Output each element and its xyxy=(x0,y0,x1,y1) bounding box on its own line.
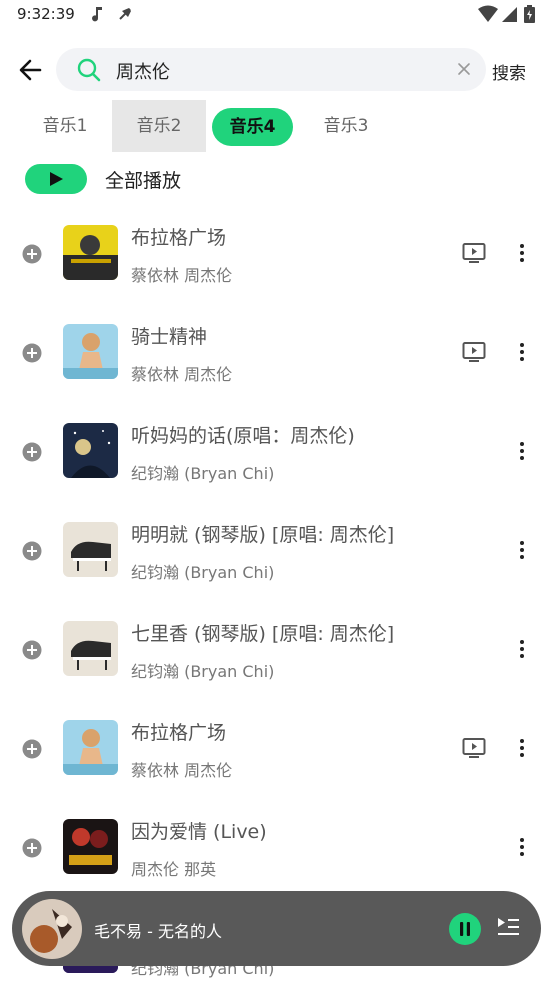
add-icon[interactable] xyxy=(22,739,42,763)
add-icon[interactable] xyxy=(22,838,42,862)
player-cover[interactable] xyxy=(22,899,82,959)
song-artist: 纪钧瀚 (Bryan Chi) xyxy=(131,563,275,582)
song-artist: 蔡依林 周杰伦 xyxy=(131,761,233,780)
song-row[interactable]: 布拉格广场 蔡依林 周杰伦 xyxy=(0,207,554,306)
more-icon[interactable] xyxy=(518,243,526,267)
song-artist: 蔡依林 周杰伦 xyxy=(131,266,233,285)
song-row[interactable]: 明明就 (钢琴版) [原唱: 周杰伦] 纪钧瀚 (Bryan Chi) xyxy=(0,504,554,603)
add-icon[interactable] xyxy=(22,541,42,565)
search-field[interactable]: 周杰伦 xyxy=(56,48,486,91)
add-icon[interactable] xyxy=(22,343,42,367)
song-row[interactable]: 因为爱情 (Live) 周杰伦 那英 xyxy=(0,801,554,900)
signal-icon xyxy=(502,5,518,27)
album-cover xyxy=(63,324,118,379)
add-icon[interactable] xyxy=(22,640,42,664)
mini-player[interactable]: 毛不易 - 无名的人 xyxy=(12,891,541,966)
play-icon xyxy=(50,172,63,186)
playlist-icon xyxy=(498,918,519,935)
wifi-icon xyxy=(478,5,498,27)
album-cover xyxy=(63,522,118,577)
more-icon[interactable] xyxy=(518,837,526,861)
tab-music4[interactable]: 音乐4 xyxy=(212,108,293,146)
back-button[interactable] xyxy=(16,55,46,85)
mv-icon[interactable] xyxy=(462,341,486,367)
media-cast-icon xyxy=(116,5,134,27)
pause-button[interactable] xyxy=(449,913,481,949)
album-cover xyxy=(63,423,118,478)
song-artist: 纪钧瀚 (Bryan Chi) xyxy=(131,662,275,681)
playlist-button[interactable] xyxy=(496,916,520,942)
more-icon[interactable] xyxy=(518,342,526,366)
song-title: 布拉格广场 xyxy=(131,227,227,249)
music-note-icon xyxy=(90,5,104,27)
song-title: 骑士精神 xyxy=(131,326,208,348)
player-title[interactable]: 毛不易 - 无名的人 xyxy=(94,918,222,942)
add-icon[interactable] xyxy=(22,244,42,268)
play-all-button[interactable] xyxy=(25,164,87,194)
album-cover xyxy=(63,225,118,280)
song-artist: 蔡依林 周杰伦 xyxy=(131,365,233,384)
clear-icon[interactable] xyxy=(456,61,472,81)
song-title: 明明就 (钢琴版) [原唱: 周杰伦] xyxy=(131,524,395,546)
pause-icon xyxy=(449,913,481,945)
song-title: 听妈妈的话(原唱：周杰伦) xyxy=(131,425,355,447)
tab-music1[interactable]: 音乐1 xyxy=(22,100,108,152)
mv-icon[interactable] xyxy=(462,737,486,763)
mv-icon[interactable] xyxy=(462,242,486,268)
add-icon[interactable] xyxy=(22,442,42,466)
song-title: 因为爱情 (Live) xyxy=(131,821,267,843)
song-title: 布拉格广场 xyxy=(131,722,227,744)
play-all-label[interactable]: 全部播放 xyxy=(105,166,181,193)
album-cover xyxy=(63,720,118,775)
status-time: 9:32:39 xyxy=(17,5,75,23)
more-icon[interactable] xyxy=(518,738,526,762)
song-row[interactable]: 七里香 (钢琴版) [原唱: 周杰伦] 纪钧瀚 (Bryan Chi) xyxy=(0,603,554,702)
arrow-left-icon xyxy=(19,59,42,81)
tab-music3[interactable]: 音乐3 xyxy=(304,100,388,152)
search-button[interactable]: 搜索 xyxy=(492,59,526,84)
song-artist: 纪钧瀚 (Bryan Chi) xyxy=(131,464,275,483)
status-bar: 9:32:39 xyxy=(0,0,554,30)
song-row[interactable]: 骑士精神 蔡依林 周杰伦 xyxy=(0,306,554,405)
search-input[interactable]: 周杰伦 xyxy=(116,58,170,84)
more-icon[interactable] xyxy=(518,540,526,564)
album-cover xyxy=(63,621,118,676)
more-icon[interactable] xyxy=(518,639,526,663)
tab-music2[interactable]: 音乐2 xyxy=(112,100,206,152)
song-row[interactable]: 布拉格广场 蔡依林 周杰伦 xyxy=(0,702,554,801)
search-icon xyxy=(76,57,102,87)
album-cover xyxy=(63,819,118,874)
more-icon[interactable] xyxy=(518,441,526,465)
song-artist: 周杰伦 那英 xyxy=(131,860,217,879)
song-title: 七里香 (钢琴版) [原唱: 周杰伦] xyxy=(131,623,395,645)
battery-icon xyxy=(524,5,535,27)
song-row[interactable]: 听妈妈的话(原唱：周杰伦) 纪钧瀚 (Bryan Chi) xyxy=(0,405,554,504)
